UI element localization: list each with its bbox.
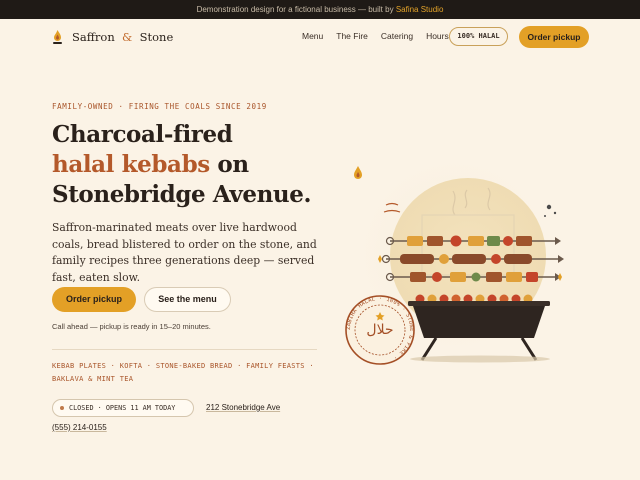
brand-name-second: Stone — [139, 30, 174, 44]
nav-item-hours[interactable]: Hours — [426, 31, 449, 41]
main-nav: Menu The Fire Catering Hours — [302, 31, 462, 41]
order-pickup-button[interactable]: Order pickup — [52, 287, 136, 312]
status-dot-icon — [60, 406, 64, 410]
address-link[interactable]: 212 Stonebridge Ave — [206, 403, 280, 412]
skewer-row-3 — [385, 272, 562, 282]
hero-headline: Charcoal-fired halal kebabs on Stonebrid… — [52, 120, 342, 210]
status-text: CLOSED · OPENS 11 AM TODAY — [69, 404, 176, 412]
hero-eyebrow: FAMILY-OWNED · FIRING THE COALS SINCE 20… — [52, 102, 267, 111]
brand-logo[interactable]: Saffron & Stone — [52, 30, 173, 44]
grill-illustration: ZABIHA HALAL · 100% · STONE & FIRE · حلا… — [345, 160, 565, 365]
nav-item-catering[interactable]: Catering — [381, 31, 413, 41]
menu-tags: KEBAB PLATES · KOFTA · STONE-BAKED BREAD… — [52, 362, 314, 383]
headline-line-2: on — [209, 151, 249, 178]
flame-icon — [354, 166, 362, 179]
nav-item-the-fire[interactable]: The Fire — [336, 31, 368, 41]
demo-banner: Demonstration design for a fictional bus… — [0, 0, 640, 19]
demo-banner-text: Demonstration design for a fictional bus… — [196, 5, 394, 14]
call-ahead-note: Call ahead — pickup is ready in 15–20 mi… — [52, 322, 211, 331]
see-menu-button[interactable]: See the menu — [144, 287, 231, 312]
header-order-pickup-button[interactable]: Order pickup — [519, 26, 589, 48]
seal-arabic-text: حلال — [366, 322, 393, 338]
phone-link[interactable]: (555) 214-0155 — [52, 423, 107, 432]
halal-badge: 100% HALAL — [449, 27, 508, 46]
headline-line-3: Stonebridge Avenue. — [52, 181, 312, 208]
halal-seal: ZABIHA HALAL · 100% · STONE & FIRE · حلا… — [345, 295, 415, 365]
headline-accent: halal kebabs — [52, 151, 210, 178]
flame-icon — [53, 30, 62, 44]
brand-name-first: Saffron — [72, 30, 115, 44]
headline-line-1: Charcoal-fired — [52, 121, 233, 148]
site-header: Saffron & Stone Menu The Fire Catering H… — [0, 19, 640, 55]
brand-name: Saffron & Stone — [72, 30, 173, 44]
status-badge: CLOSED · OPENS 11 AM TODAY — [52, 399, 194, 417]
hero-lede: Saffron-marinated meats over live hardwo… — [52, 221, 317, 284]
studio-link[interactable]: Safina Studio — [396, 5, 444, 14]
brand-ampersand: & — [122, 30, 133, 44]
nav-item-menu[interactable]: Menu — [302, 31, 323, 41]
divider — [52, 349, 317, 350]
